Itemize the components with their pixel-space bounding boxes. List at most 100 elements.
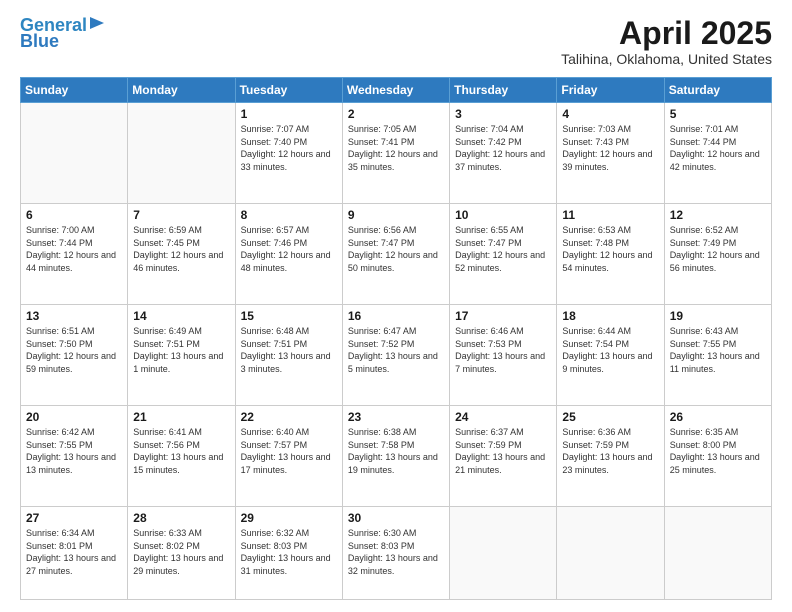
day-info: Sunrise: 6:43 AM Sunset: 7:55 PM Dayligh… bbox=[670, 325, 766, 375]
logo-arrow-icon bbox=[90, 15, 108, 31]
day-info: Sunrise: 6:37 AM Sunset: 7:59 PM Dayligh… bbox=[455, 426, 551, 476]
day-info: Sunrise: 7:03 AM Sunset: 7:43 PM Dayligh… bbox=[562, 123, 658, 173]
table-row: 19 Sunrise: 6:43 AM Sunset: 7:55 PM Dayli… bbox=[664, 305, 771, 406]
table-row: 29 Sunrise: 6:32 AM Sunset: 8:03 PM Dayli… bbox=[235, 507, 342, 600]
day-number: 28 bbox=[133, 511, 229, 525]
day-number: 29 bbox=[241, 511, 337, 525]
day-info: Sunrise: 7:07 AM Sunset: 7:40 PM Dayligh… bbox=[241, 123, 337, 173]
day-number: 23 bbox=[348, 410, 444, 424]
table-row: 24 Sunrise: 6:37 AM Sunset: 7:59 PM Dayli… bbox=[450, 406, 557, 507]
day-number: 1 bbox=[241, 107, 337, 121]
day-number: 26 bbox=[670, 410, 766, 424]
day-number: 6 bbox=[26, 208, 122, 222]
subtitle: Talihina, Oklahoma, United States bbox=[561, 51, 772, 67]
col-monday: Monday bbox=[128, 78, 235, 103]
day-number: 12 bbox=[670, 208, 766, 222]
table-row bbox=[664, 507, 771, 600]
day-number: 22 bbox=[241, 410, 337, 424]
day-info: Sunrise: 6:33 AM Sunset: 8:02 PM Dayligh… bbox=[133, 527, 229, 577]
day-info: Sunrise: 6:34 AM Sunset: 8:01 PM Dayligh… bbox=[26, 527, 122, 577]
day-number: 18 bbox=[562, 309, 658, 323]
day-number: 30 bbox=[348, 511, 444, 525]
table-row: 12 Sunrise: 6:52 AM Sunset: 7:49 PM Dayli… bbox=[664, 204, 771, 305]
title-block: April 2025 Talihina, Oklahoma, United St… bbox=[561, 16, 772, 67]
calendar-week-row: 27 Sunrise: 6:34 AM Sunset: 8:01 PM Dayli… bbox=[21, 507, 772, 600]
day-info: Sunrise: 6:40 AM Sunset: 7:57 PM Dayligh… bbox=[241, 426, 337, 476]
table-row: 4 Sunrise: 7:03 AM Sunset: 7:43 PM Daylig… bbox=[557, 103, 664, 204]
table-row: 8 Sunrise: 6:57 AM Sunset: 7:46 PM Daylig… bbox=[235, 204, 342, 305]
table-row: 22 Sunrise: 6:40 AM Sunset: 7:57 PM Dayli… bbox=[235, 406, 342, 507]
day-info: Sunrise: 6:30 AM Sunset: 8:03 PM Dayligh… bbox=[348, 527, 444, 577]
logo: General Blue bbox=[20, 16, 108, 52]
table-row bbox=[21, 103, 128, 204]
page: General Blue April 2025 Talihina, Oklaho… bbox=[0, 0, 792, 612]
table-row: 11 Sunrise: 6:53 AM Sunset: 7:48 PM Dayli… bbox=[557, 204, 664, 305]
table-row: 23Sunrise: 6:38 AM Sunset: 7:58 PM Dayli… bbox=[342, 406, 449, 507]
day-number: 8 bbox=[241, 208, 337, 222]
day-info: Sunrise: 6:55 AM Sunset: 7:47 PM Dayligh… bbox=[455, 224, 551, 274]
table-row: 7 Sunrise: 6:59 AM Sunset: 7:45 PM Daylig… bbox=[128, 204, 235, 305]
day-number: 3 bbox=[455, 107, 551, 121]
day-number: 13 bbox=[26, 309, 122, 323]
day-number: 16 bbox=[348, 309, 444, 323]
day-info: Sunrise: 7:05 AM Sunset: 7:41 PM Dayligh… bbox=[348, 123, 444, 173]
table-row: 25 Sunrise: 6:36 AM Sunset: 7:59 PM Dayli… bbox=[557, 406, 664, 507]
day-number: 17 bbox=[455, 309, 551, 323]
table-row bbox=[128, 103, 235, 204]
calendar-week-row: 6 Sunrise: 7:00 AM Sunset: 7:44 PM Daylig… bbox=[21, 204, 772, 305]
day-info: Sunrise: 6:36 AM Sunset: 7:59 PM Dayligh… bbox=[562, 426, 658, 476]
day-number: 25 bbox=[562, 410, 658, 424]
day-number: 24 bbox=[455, 410, 551, 424]
day-info: Sunrise: 6:47 AM Sunset: 7:52 PM Dayligh… bbox=[348, 325, 444, 375]
table-row: 13 Sunrise: 6:51 AM Sunset: 7:50 PM Dayli… bbox=[21, 305, 128, 406]
table-row: 2 Sunrise: 7:05 AM Sunset: 7:41 PM Daylig… bbox=[342, 103, 449, 204]
col-wednesday: Wednesday bbox=[342, 78, 449, 103]
day-number: 15 bbox=[241, 309, 337, 323]
main-title: April 2025 bbox=[561, 16, 772, 51]
day-info: Sunrise: 6:56 AM Sunset: 7:47 PM Dayligh… bbox=[348, 224, 444, 274]
day-info: Sunrise: 7:01 AM Sunset: 7:44 PM Dayligh… bbox=[670, 123, 766, 173]
table-row: 6 Sunrise: 7:00 AM Sunset: 7:44 PM Daylig… bbox=[21, 204, 128, 305]
calendar-header-row: Sunday Monday Tuesday Wednesday Thursday… bbox=[21, 78, 772, 103]
day-number: 20 bbox=[26, 410, 122, 424]
day-info: Sunrise: 6:46 AM Sunset: 7:53 PM Dayligh… bbox=[455, 325, 551, 375]
table-row: 10Sunrise: 6:55 AM Sunset: 7:47 PM Dayli… bbox=[450, 204, 557, 305]
day-number: 9 bbox=[348, 208, 444, 222]
table-row: 30 Sunrise: 6:30 AM Sunset: 8:03 PM Dayli… bbox=[342, 507, 449, 600]
table-row: 26 Sunrise: 6:35 AM Sunset: 8:00 PM Dayli… bbox=[664, 406, 771, 507]
table-row: 17 Sunrise: 6:46 AM Sunset: 7:53 PM Dayli… bbox=[450, 305, 557, 406]
col-tuesday: Tuesday bbox=[235, 78, 342, 103]
table-row: 9 Sunrise: 6:56 AM Sunset: 7:47 PM Daylig… bbox=[342, 204, 449, 305]
table-row bbox=[557, 507, 664, 600]
day-number: 11 bbox=[562, 208, 658, 222]
day-info: Sunrise: 6:44 AM Sunset: 7:54 PM Dayligh… bbox=[562, 325, 658, 375]
day-info: Sunrise: 6:51 AM Sunset: 7:50 PM Dayligh… bbox=[26, 325, 122, 375]
day-info: Sunrise: 6:35 AM Sunset: 8:00 PM Dayligh… bbox=[670, 426, 766, 476]
day-info: Sunrise: 7:00 AM Sunset: 7:44 PM Dayligh… bbox=[26, 224, 122, 274]
calendar-table: Sunday Monday Tuesday Wednesday Thursday… bbox=[20, 77, 772, 600]
table-row: 15 Sunrise: 6:48 AM Sunset: 7:51 PM Dayli… bbox=[235, 305, 342, 406]
day-number: 4 bbox=[562, 107, 658, 121]
day-number: 27 bbox=[26, 511, 122, 525]
day-number: 21 bbox=[133, 410, 229, 424]
day-info: Sunrise: 6:57 AM Sunset: 7:46 PM Dayligh… bbox=[241, 224, 337, 274]
day-number: 2 bbox=[348, 107, 444, 121]
day-info: Sunrise: 6:41 AM Sunset: 7:56 PM Dayligh… bbox=[133, 426, 229, 476]
day-number: 7 bbox=[133, 208, 229, 222]
day-info: Sunrise: 6:53 AM Sunset: 7:48 PM Dayligh… bbox=[562, 224, 658, 274]
day-info: Sunrise: 6:52 AM Sunset: 7:49 PM Dayligh… bbox=[670, 224, 766, 274]
table-row: 14Sunrise: 6:49 AM Sunset: 7:51 PM Dayli… bbox=[128, 305, 235, 406]
day-number: 5 bbox=[670, 107, 766, 121]
table-row: 21 Sunrise: 6:41 AM Sunset: 7:56 PM Dayli… bbox=[128, 406, 235, 507]
day-info: Sunrise: 6:42 AM Sunset: 7:55 PM Dayligh… bbox=[26, 426, 122, 476]
table-row bbox=[450, 507, 557, 600]
day-info: Sunrise: 7:04 AM Sunset: 7:42 PM Dayligh… bbox=[455, 123, 551, 173]
day-info: Sunrise: 6:32 AM Sunset: 8:03 PM Dayligh… bbox=[241, 527, 337, 577]
col-saturday: Saturday bbox=[664, 78, 771, 103]
table-row: 20 Sunrise: 6:42 AM Sunset: 7:55 PM Dayli… bbox=[21, 406, 128, 507]
day-number: 19 bbox=[670, 309, 766, 323]
logo-text-line2: Blue bbox=[20, 32, 59, 52]
day-info: Sunrise: 6:48 AM Sunset: 7:51 PM Dayligh… bbox=[241, 325, 337, 375]
calendar-week-row: 1 Sunrise: 7:07 AM Sunset: 7:40 PM Daylig… bbox=[21, 103, 772, 204]
day-info: Sunrise: 6:59 AM Sunset: 7:45 PM Dayligh… bbox=[133, 224, 229, 274]
